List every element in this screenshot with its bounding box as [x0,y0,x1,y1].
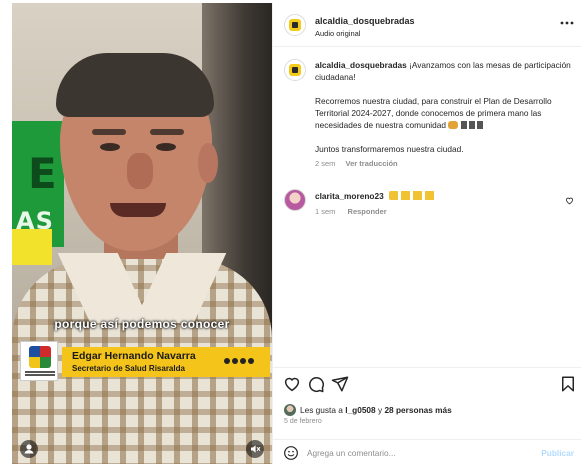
caption-username[interactable]: alcaldia_dosquebradas [315,60,407,70]
caption-author-avatar[interactable] [284,59,306,81]
heart-icon [284,377,300,392]
speaker-muted-icon [251,445,261,453]
speaker-ear [198,143,218,183]
bookmark-icon [562,376,574,392]
save-button[interactable] [559,375,577,393]
speaker-brow [150,129,184,135]
likes-prefix: Les gusta a [300,405,346,415]
audio-link[interactable]: Audio original [315,29,360,38]
speaker-role: Secretario de Salud Risaralda [72,364,185,373]
background-sign-yellow [12,229,52,265]
reply-link[interactable]: Responder [348,207,387,216]
post-details-panel: alcaldia_dosquebradas Audio original alc… [272,3,581,464]
lower-third-bar: Edgar Hernando Navarra Secretario de Sal… [62,347,270,377]
municipality-seal [29,346,51,368]
speaker-brow [92,129,126,135]
comment-like-button[interactable] [565,196,574,205]
comment-text: clarita_moreno23 [315,191,436,201]
liker-avatar [284,404,296,416]
clapping-hands-emoji-icon [389,191,436,200]
speaker-name: Edgar Hernando Navarra [72,350,196,362]
brand-mark [224,357,264,369]
post-actions: Les gusta a l_g0508 y 28 personas más 5 … [273,367,581,464]
logo-caption [23,370,57,378]
caption-meta: 2 sem Ver traducción [315,158,573,170]
speaker-mouth [110,203,166,217]
caption-line: Recorremos nuestra ciudad, para construi… [315,96,552,130]
like-button[interactable] [283,375,301,393]
sign-letter: E [28,149,57,198]
speaker-nose [127,153,153,189]
add-comment-bar: Publicar [273,439,581,465]
comment-age: 1 sem [315,207,336,216]
comment-button[interactable] [307,375,325,393]
speaker-eye [156,143,176,151]
flag-emoji-icon [460,121,483,129]
more-horizontal-icon [560,21,574,25]
municipality-logo [20,341,58,381]
commenter-avatar[interactable] [284,189,306,211]
caption-text: alcaldia_dosquebradas ¡Avanzamos con las… [315,59,573,170]
comment-icon [309,377,324,393]
lower-third: Edgar Hernando Navarra Secretario de Sal… [20,341,270,383]
speaker-hair [56,53,214,117]
comment-input[interactable] [307,445,527,461]
caption-line: Juntos transformaremos nuestra ciudad. [315,144,464,154]
share-button[interactable] [331,375,349,393]
likes-count[interactable]: 28 personas más [384,405,451,415]
author-avatar[interactable] [284,14,306,36]
likes-summary[interactable]: Les gusta a l_g0508 y 28 personas más [284,404,452,416]
more-options-button[interactable] [560,15,574,29]
author-username[interactable]: alcaldia_dosquebradas [315,16,415,26]
user-icon [24,444,34,454]
emoji-icon [448,121,459,129]
comment-meta: 1 sem Responder [315,207,397,216]
caption-age: 2 sem [315,159,336,168]
post-date: 5 de febrero [284,418,322,425]
liker-username[interactable]: l_g0508 [345,405,375,415]
speaker-eye [100,143,120,151]
emoji-picker-button[interactable] [283,445,299,461]
post-header: alcaldia_dosquebradas Audio original [273,3,581,47]
commenter-username[interactable]: clarita_moreno23 [315,191,384,201]
video-subtitle: porque así podemos conocer [54,317,230,331]
publish-button[interactable]: Publicar [541,448,574,458]
tagged-user-button[interactable] [20,440,38,458]
smiley-icon [284,446,298,460]
comment-item: clarita_moreno23 1 sem Responder [273,186,581,220]
heart-icon [566,197,573,205]
share-icon [331,376,349,392]
mute-button[interactable] [246,440,264,458]
reel-video[interactable]: E AS porque así podemos conocer Edgar He… [12,3,272,464]
translate-link[interactable]: Ver traducción [346,159,398,168]
